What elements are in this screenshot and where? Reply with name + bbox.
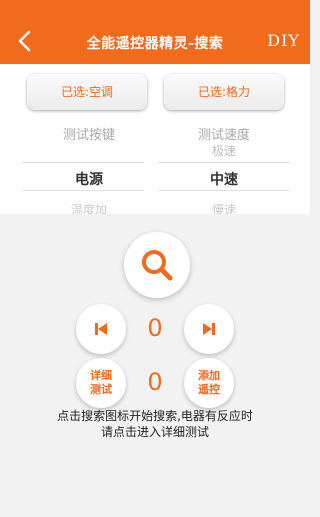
next-key-button[interactable] — [184, 304, 234, 354]
key-index-counter: 0 — [147, 314, 163, 342]
test-key-selected[interactable]: 电源 — [24, 169, 154, 189]
response-counter: 0 — [147, 368, 163, 396]
hint-line-2: 请点击进入详细测试 — [100, 425, 209, 439]
add-remote-button[interactable]: 添加 遥控 — [184, 358, 234, 408]
search-icon — [142, 250, 173, 281]
previous-key-button[interactable] — [76, 304, 126, 354]
diy-button[interactable]: DIY — [267, 31, 300, 50]
picker-divider — [158, 162, 290, 163]
skip-next-icon — [203, 323, 215, 335]
test-speed-header: 测试速度 — [197, 128, 250, 143]
brand-button[interactable]: 已选:格力 — [164, 74, 284, 110]
back-arrow-icon — [18, 30, 31, 52]
add-remote-label: 添加 遥控 — [198, 369, 220, 396]
speed-option-below[interactable]: 慢速 — [159, 201, 289, 214]
back-button[interactable] — [14, 28, 36, 54]
detail-test-button[interactable]: 详细 测试 — [76, 358, 126, 408]
search-button[interactable] — [124, 232, 190, 298]
header-bar: 全能遥控器精灵-搜索 DIY — [0, 0, 310, 64]
picker-divider — [22, 190, 144, 191]
page-title: 全能遥控器精灵-搜索 — [86, 36, 224, 52]
skip-previous-icon — [95, 323, 107, 335]
picker-divider — [158, 190, 290, 191]
hint-line-1: 点击搜索图标开始搜索,电器有反应时 — [57, 409, 253, 423]
detail-test-label: 详细 测试 — [90, 369, 112, 396]
speed-option-above[interactable]: 极速 — [159, 142, 289, 159]
picker-divider — [22, 162, 144, 163]
test-key-option-below[interactable]: 温度加 — [24, 201, 154, 214]
test-speed-selected[interactable]: 中速 — [159, 169, 289, 189]
device-type-button[interactable]: 已选:空调 — [27, 74, 147, 110]
test-key-header: 测试按键 — [62, 128, 115, 143]
